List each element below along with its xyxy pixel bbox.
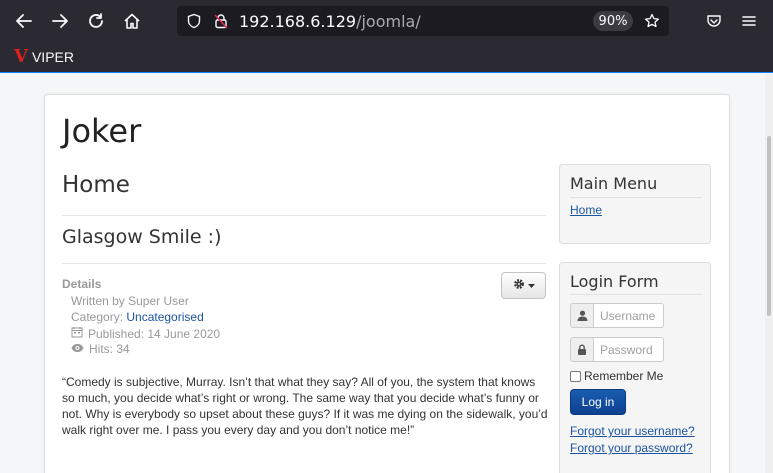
main-menu-title: Main Menu — [570, 174, 658, 193]
forward-icon[interactable] — [48, 9, 72, 33]
article-tools-button[interactable] — [501, 272, 546, 299]
calendar-icon — [71, 326, 83, 341]
page-heading: Home — [62, 172, 130, 198]
published-line: Published: 14 June 2020 — [71, 326, 220, 341]
page-scrollbar[interactable] — [765, 74, 773, 473]
title-divider — [62, 263, 546, 264]
password-group — [570, 337, 664, 362]
zoom-level-badge[interactable]: 90% — [593, 11, 633, 31]
category-link[interactable]: Uncategorised — [126, 310, 203, 324]
main-menu-rule — [570, 197, 702, 198]
password-input[interactable] — [594, 337, 664, 362]
category-prefix: Category: — [71, 310, 127, 324]
star-icon[interactable] — [644, 13, 660, 29]
insecure-lock-icon[interactable] — [213, 13, 229, 29]
category-line: Category: Uncategorised — [71, 310, 204, 324]
published-text: Published: 14 June 2020 — [88, 326, 221, 341]
remember-me-label: Remember Me — [584, 369, 664, 383]
login-form-rule — [570, 294, 702, 295]
forgot-username-link[interactable]: Forgot your username? — [570, 424, 695, 438]
bookmark-label: VIPER — [31, 49, 74, 65]
caret-down-icon — [527, 280, 535, 292]
bookmarks-toolbar: V VIPER — [0, 42, 773, 73]
browser-toolbar: 192.168.6.129/joomla/ 90% — [0, 0, 773, 42]
lock-icon — [570, 337, 594, 362]
hits-text: Hits: 34 — [89, 342, 130, 356]
address-bar[interactable]: 192.168.6.129/joomla/ 90% — [177, 6, 669, 36]
back-icon[interactable] — [12, 9, 36, 33]
menu-item-home[interactable]: Home — [570, 203, 602, 217]
remember-me-row[interactable]: Remember Me — [570, 369, 663, 383]
article-title: Glasgow Smile :) — [62, 226, 222, 248]
url-path: /joomla/ — [356, 12, 421, 31]
reload-icon[interactable] — [84, 9, 108, 33]
scrollbar-thumb[interactable] — [767, 136, 771, 316]
bookmark-viper[interactable]: V VIPER — [14, 46, 74, 67]
shield-icon[interactable] — [186, 13, 202, 29]
site-title[interactable]: Joker — [62, 112, 141, 150]
pocket-icon[interactable] — [702, 9, 726, 33]
url-text[interactable]: 192.168.6.129/joomla/ — [239, 12, 421, 31]
hits-line: Hits: 34 — [71, 342, 130, 356]
login-button[interactable]: Log in — [570, 389, 626, 415]
remember-me-checkbox[interactable] — [570, 370, 581, 382]
forgot-password-link[interactable]: Forgot your password? — [570, 441, 693, 455]
article-body: “Comedy is subjective, Murray. Isn’t tha… — [62, 375, 548, 437]
url-host: 192.168.6.129 — [239, 12, 357, 31]
home-icon[interactable] — [120, 9, 144, 33]
main-menu-module: Main Menu Home — [559, 164, 711, 244]
username-input[interactable] — [594, 303, 664, 328]
author-text: Written by Super User — [71, 294, 189, 308]
heading-divider — [62, 215, 546, 216]
viper-logo-icon: V — [14, 46, 28, 67]
gear-icon — [513, 278, 525, 293]
login-form-module: Login Form Remember Me Log in Forgot you… — [559, 262, 711, 473]
author-line: Written by Super User — [71, 294, 189, 308]
user-icon — [570, 303, 594, 328]
menu-icon[interactable] — [737, 9, 761, 33]
details-label: Details — [62, 277, 102, 291]
login-form-title: Login Form — [570, 272, 659, 291]
username-group — [570, 303, 664, 328]
eye-icon — [71, 342, 84, 356]
